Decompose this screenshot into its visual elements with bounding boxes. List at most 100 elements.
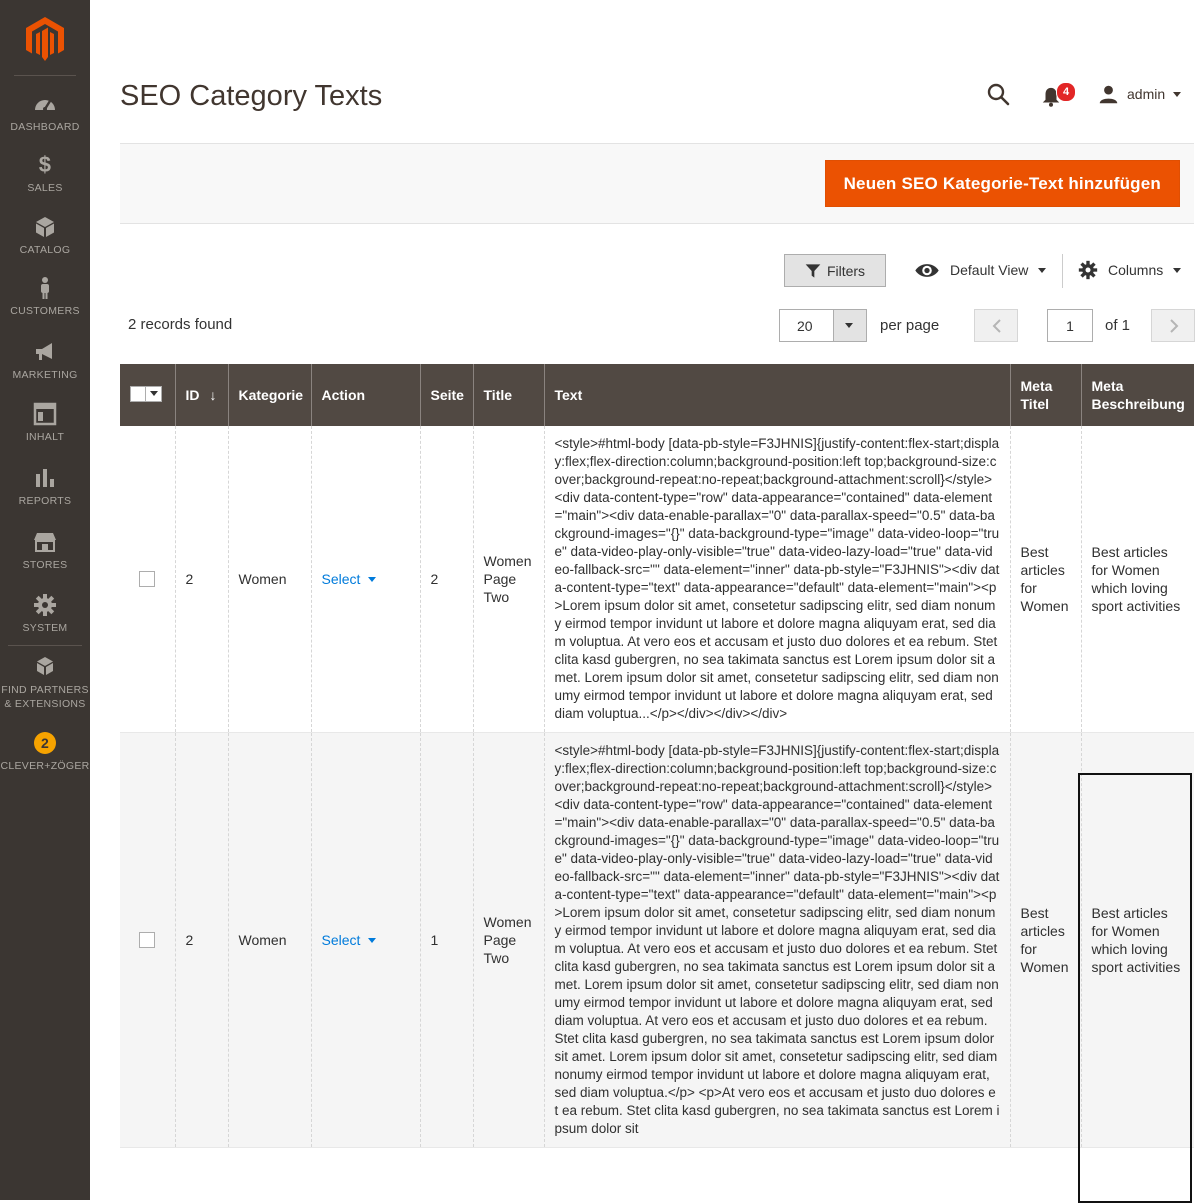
filters-button[interactable]: Filters	[784, 254, 886, 287]
sidebar-item-label: STORES	[22, 559, 68, 571]
filter-icon	[805, 263, 821, 278]
column-header-title[interactable]: Title	[472, 364, 544, 426]
admin-user-menu[interactable]: admin	[1098, 83, 1182, 105]
chevron-down-icon	[1173, 91, 1182, 97]
cell-action: Select	[310, 426, 420, 733]
mass-select-checkbox[interactable]	[131, 386, 146, 401]
sidebar-item-customers[interactable]: CUSTOMERS	[0, 276, 90, 318]
svg-text:2: 2	[41, 735, 49, 751]
column-header-action: Action	[310, 364, 420, 426]
admin-sidebar: DASHBOARD $ SALES CATALOG CUSTOMERS MARK…	[0, 0, 90, 1200]
person-icon	[0, 276, 90, 300]
row-checkbox[interactable]	[139, 571, 156, 587]
chevron-down-icon	[368, 937, 377, 943]
mass-select-header	[120, 364, 175, 426]
sidebar-divider	[14, 75, 76, 76]
megaphone-icon	[0, 340, 90, 364]
cell-title: Women Page Two	[472, 426, 544, 733]
cell-title: Women Page Two	[472, 732, 544, 1148]
sidebar-item-label-2: & EXTENSIONS	[4, 698, 86, 710]
user-icon	[1099, 85, 1118, 103]
chevron-left-icon	[992, 319, 1001, 333]
cell-id: 2	[174, 732, 228, 1148]
sidebar-item-sales[interactable]: $ SALES	[0, 153, 90, 195]
sidebar-item-label: FIND PARTNERS	[1, 684, 89, 696]
sidebar-item-label: MARKETING	[12, 369, 78, 381]
box-icon	[0, 215, 90, 239]
table-row[interactable]: 2 Women Select 2 Women Page Two <style>#…	[120, 426, 1194, 733]
eye-icon	[915, 263, 939, 277]
sidebar-item-reports[interactable]: REPORTS	[0, 466, 90, 508]
admin-user-name: admin	[1127, 86, 1166, 102]
sidebar-item-label: CATALOG	[19, 244, 71, 256]
gear-icon	[0, 593, 90, 617]
column-header-text[interactable]: Text	[543, 364, 1010, 426]
chevron-down-icon	[150, 391, 158, 396]
column-header-meta-description[interactable]: Meta Beschreibung	[1080, 364, 1194, 426]
per-page-label: per page	[880, 317, 940, 334]
sidebar-item-catalog[interactable]: CATALOG	[0, 215, 90, 257]
table-header-row: ID ↓ Kategorie Action Seite Title Text Me…	[120, 364, 1194, 426]
column-header-id[interactable]: ID ↓	[174, 364, 228, 426]
per-page-select[interactable]: 20	[779, 309, 867, 342]
filters-label: Filters	[826, 262, 866, 279]
cell-meta-title: Best articles for Women	[1009, 732, 1081, 1148]
records-found-count: 2 records found	[128, 316, 233, 333]
row-action-select[interactable]: Select	[322, 570, 377, 588]
layout-icon	[0, 402, 90, 426]
notification-count-badge: 4	[1056, 82, 1076, 102]
sidebar-item-label: SYSTEM	[22, 622, 68, 634]
sidebar-item-label: CLEVER+ZÖGER	[0, 760, 90, 772]
add-seo-category-text-button[interactable]: Neuen SEO Kategorie-Text hinzufügen	[824, 160, 1180, 207]
sidebar-item-label: INHALT	[25, 431, 65, 443]
columns-label: Columns	[1108, 262, 1164, 278]
search-icon[interactable]	[986, 82, 1010, 106]
previous-page-button[interactable]	[974, 309, 1018, 342]
column-header-meta-title[interactable]: Meta Titel	[1009, 364, 1081, 426]
row-checkbox[interactable]	[139, 932, 156, 948]
extensions-icon	[0, 655, 90, 679]
current-page-input[interactable]	[1047, 309, 1093, 342]
cell-category: Women	[227, 426, 311, 733]
sidebar-item-marketing[interactable]: MARKETING	[0, 340, 90, 382]
magento-logo-icon[interactable]	[25, 17, 65, 61]
next-page-button[interactable]	[1151, 309, 1195, 342]
sidebar-item-system[interactable]: SYSTEM	[0, 593, 90, 635]
view-label: Default View	[950, 262, 1029, 278]
sidebar-divider	[8, 645, 82, 646]
chevron-right-icon	[1170, 319, 1179, 333]
store-icon	[0, 530, 90, 554]
sidebar-item-find-partners[interactable]: FIND PARTNERS & EXTENSIONS	[0, 655, 90, 711]
bar-chart-icon	[0, 466, 90, 490]
columns-control[interactable]: Columns	[1078, 259, 1182, 281]
chevron-down-icon	[1038, 267, 1047, 273]
cell-action: Select	[310, 732, 420, 1148]
table-row[interactable]: 2 Women Select 1 Women Page Two <style>#…	[120, 732, 1194, 1148]
cell-meta-description: Best articles for Women which loving spo…	[1080, 426, 1194, 733]
notifications-button[interactable]: 4	[1040, 82, 1076, 108]
sidebar-item-label: SALES	[27, 182, 63, 194]
cell-page: 2	[419, 426, 473, 733]
mass-select-dropdown[interactable]	[130, 385, 162, 402]
cell-category: Women	[227, 732, 311, 1148]
data-table: ID ↓ Kategorie Action Seite Title Text Me…	[120, 364, 1194, 1148]
page-actions-bar: Neuen SEO Kategorie-Text hinzufügen	[120, 143, 1194, 224]
sidebar-item-dashboard[interactable]: DASHBOARD	[0, 92, 90, 134]
toolbar-divider	[1062, 254, 1063, 288]
per-page-toggle[interactable]	[833, 310, 866, 341]
seo-texts-grid: ID ↓ Kategorie Action Seite Title Text Me…	[120, 364, 1194, 1204]
cell-meta-description: Best articles for Women which loving spo…	[1080, 732, 1194, 1148]
sort-arrow-icon: ↓	[209, 387, 217, 403]
row-select-cell	[120, 732, 175, 1148]
chevron-down-icon	[1173, 267, 1182, 273]
sidebar-item-clever-zoeger[interactable]: 2 CLEVER+ZÖGER	[0, 731, 90, 773]
row-action-select[interactable]: Select	[322, 931, 377, 949]
column-header-page[interactable]: Seite	[419, 364, 473, 426]
sidebar-item-label: CUSTOMERS	[10, 305, 80, 317]
sidebar-item-stores[interactable]: STORES	[0, 530, 90, 572]
clever-zoeger-icon: 2	[0, 731, 90, 755]
column-header-category[interactable]: Kategorie	[227, 364, 311, 426]
sidebar-item-inhalt[interactable]: INHALT	[0, 402, 90, 444]
cell-page: 1	[419, 732, 473, 1148]
view-switcher[interactable]: Default View	[914, 259, 1047, 281]
